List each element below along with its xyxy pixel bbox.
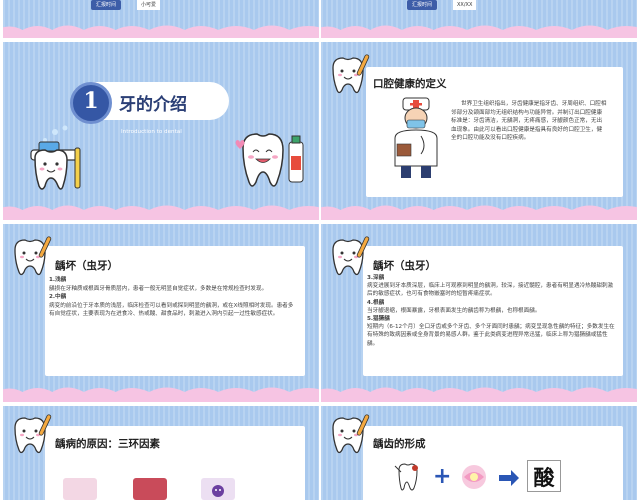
paragraph: 5.猖獗龋 bbox=[367, 316, 390, 323]
brushing-tooth-icon bbox=[30, 125, 81, 190]
slide-thumbnail-cover-left[interactable]: 汇报时间 小可爱 bbox=[3, 0, 319, 38]
tooth-mascot-icon bbox=[14, 414, 52, 454]
food-candy-icon bbox=[462, 465, 486, 489]
paragraph: 4.根龋 bbox=[367, 299, 385, 306]
paragraph: 病变的前沿位于牙本质的浅层，临床检查可以看到或探到明显的龋洞，或在X线照相时发现… bbox=[49, 302, 294, 318]
caries-text: 1.浅龋 龋损在牙釉质或根面牙骨质层内，患者一般无明显自觉症状，多数是在常规检查… bbox=[49, 276, 297, 319]
slide-heading: 龋坏（虫牙） bbox=[55, 260, 118, 272]
cloud-border bbox=[3, 22, 319, 38]
slide-thumbnail-caries-1[interactable]: 龋坏（虫牙） 1.浅龋 龋损在牙釉质或根面牙骨质层内，患者一般无明显自觉症状，多… bbox=[3, 224, 319, 402]
report-time-value: 小可爱 bbox=[137, 0, 161, 10]
tooth-mascot-icon bbox=[14, 236, 52, 276]
cloud-border bbox=[3, 202, 319, 220]
tooth-mascot-icon bbox=[332, 236, 370, 276]
bacteria-icon bbox=[212, 485, 224, 497]
slide-thumbnail-cover-right[interactable]: 汇报时间 XX/XX bbox=[321, 0, 637, 38]
slide-thumbnail-grid: 汇报时间 小可爱 汇报时间 XX/XX 1 牙的介绍 Introduction … bbox=[0, 0, 640, 500]
report-time-badge: 汇报时间 bbox=[407, 0, 438, 10]
cloud-border bbox=[3, 384, 319, 402]
slide-heading: 口腔健康的定义 bbox=[373, 78, 447, 90]
tooth-diagram-icon bbox=[394, 463, 418, 491]
slide-thumbnail-causes[interactable]: 龋病的原因：三环因素 bbox=[3, 406, 319, 500]
slide-thumbnail-formation[interactable]: 龋齿的形成 + 酸 bbox=[321, 406, 637, 500]
plus-sign: + bbox=[433, 464, 452, 489]
paragraph: 当牙龈退缩，根面暴露，牙根表面发生的龋齿称为根龋，也称根面龋。 bbox=[367, 307, 541, 314]
paragraph: 2.中龋 bbox=[49, 294, 67, 301]
paragraph: 3.深龋 bbox=[367, 275, 385, 281]
arrow-right-icon bbox=[499, 470, 519, 486]
cause-image-2 bbox=[133, 478, 167, 500]
section-number: 1 bbox=[83, 88, 99, 114]
slide-thumbnail-definition[interactable]: 口腔健康的定义 世界卫生组织指出，牙齿健康是指牙齿、牙周组织、口腔相邻部分及颌面… bbox=[321, 42, 637, 220]
caries-text: 3.深龋 病变进展到牙本质深层，临床上可观察到明显的龋洞，较深，接近髓腔，患者有… bbox=[367, 274, 615, 348]
paragraph: 病变进展到牙本质深层，临床上可观察到明显的龋洞，较深，接近髓腔，患者有明显遇冷热… bbox=[367, 283, 614, 298]
tooth-mascot-icon bbox=[332, 54, 370, 94]
cloud-border bbox=[321, 384, 637, 402]
cause-image-1 bbox=[63, 478, 97, 500]
slide-thumbnail-section-title[interactable]: 1 牙的介绍 Introduction to dental bbox=[3, 42, 319, 220]
report-time-value: XX/XX bbox=[453, 0, 477, 10]
section-subtitle: Introduction to dental bbox=[121, 129, 182, 135]
paragraph: 龋损在牙釉质或根面牙骨质层内，患者一般无明显自觉症状，多数是在常规检查时发现。 bbox=[49, 285, 268, 292]
cloud-border bbox=[321, 202, 637, 220]
slide-thumbnail-caries-2[interactable]: 龋坏（虫牙） 3.深龋 病变进展到牙本质深层，临床上可观察到明显的龋洞，较深，接… bbox=[321, 224, 637, 402]
cloud-border bbox=[321, 22, 637, 38]
happy-tooth-icon bbox=[235, 133, 304, 187]
tooth-mascot-icon bbox=[332, 414, 370, 454]
doctor-illustration-icon bbox=[394, 97, 438, 178]
acid-label: 酸 bbox=[533, 466, 555, 490]
section-title: 牙的介绍 bbox=[119, 95, 187, 115]
paragraph: 1.浅龋 bbox=[49, 277, 67, 283]
slide-heading: 龋病的原因：三环因素 bbox=[55, 438, 160, 450]
slide-heading: 龋坏（虫牙） bbox=[373, 260, 436, 272]
cause-image-3 bbox=[201, 478, 235, 500]
definition-text: 世界卫生组织指出，牙齿健康是指牙齿、牙周组织、口腔相邻部分及颌面部均无组织结构与… bbox=[451, 101, 607, 142]
paragraph: 短期内（6-12个月）全口牙齿或多个牙齿、多个牙面同时患龋；病变呈现急性龋的特征… bbox=[367, 324, 615, 347]
report-time-badge: 汇报时间 bbox=[91, 0, 122, 10]
slide-heading: 龋齿的形成 bbox=[373, 438, 426, 450]
